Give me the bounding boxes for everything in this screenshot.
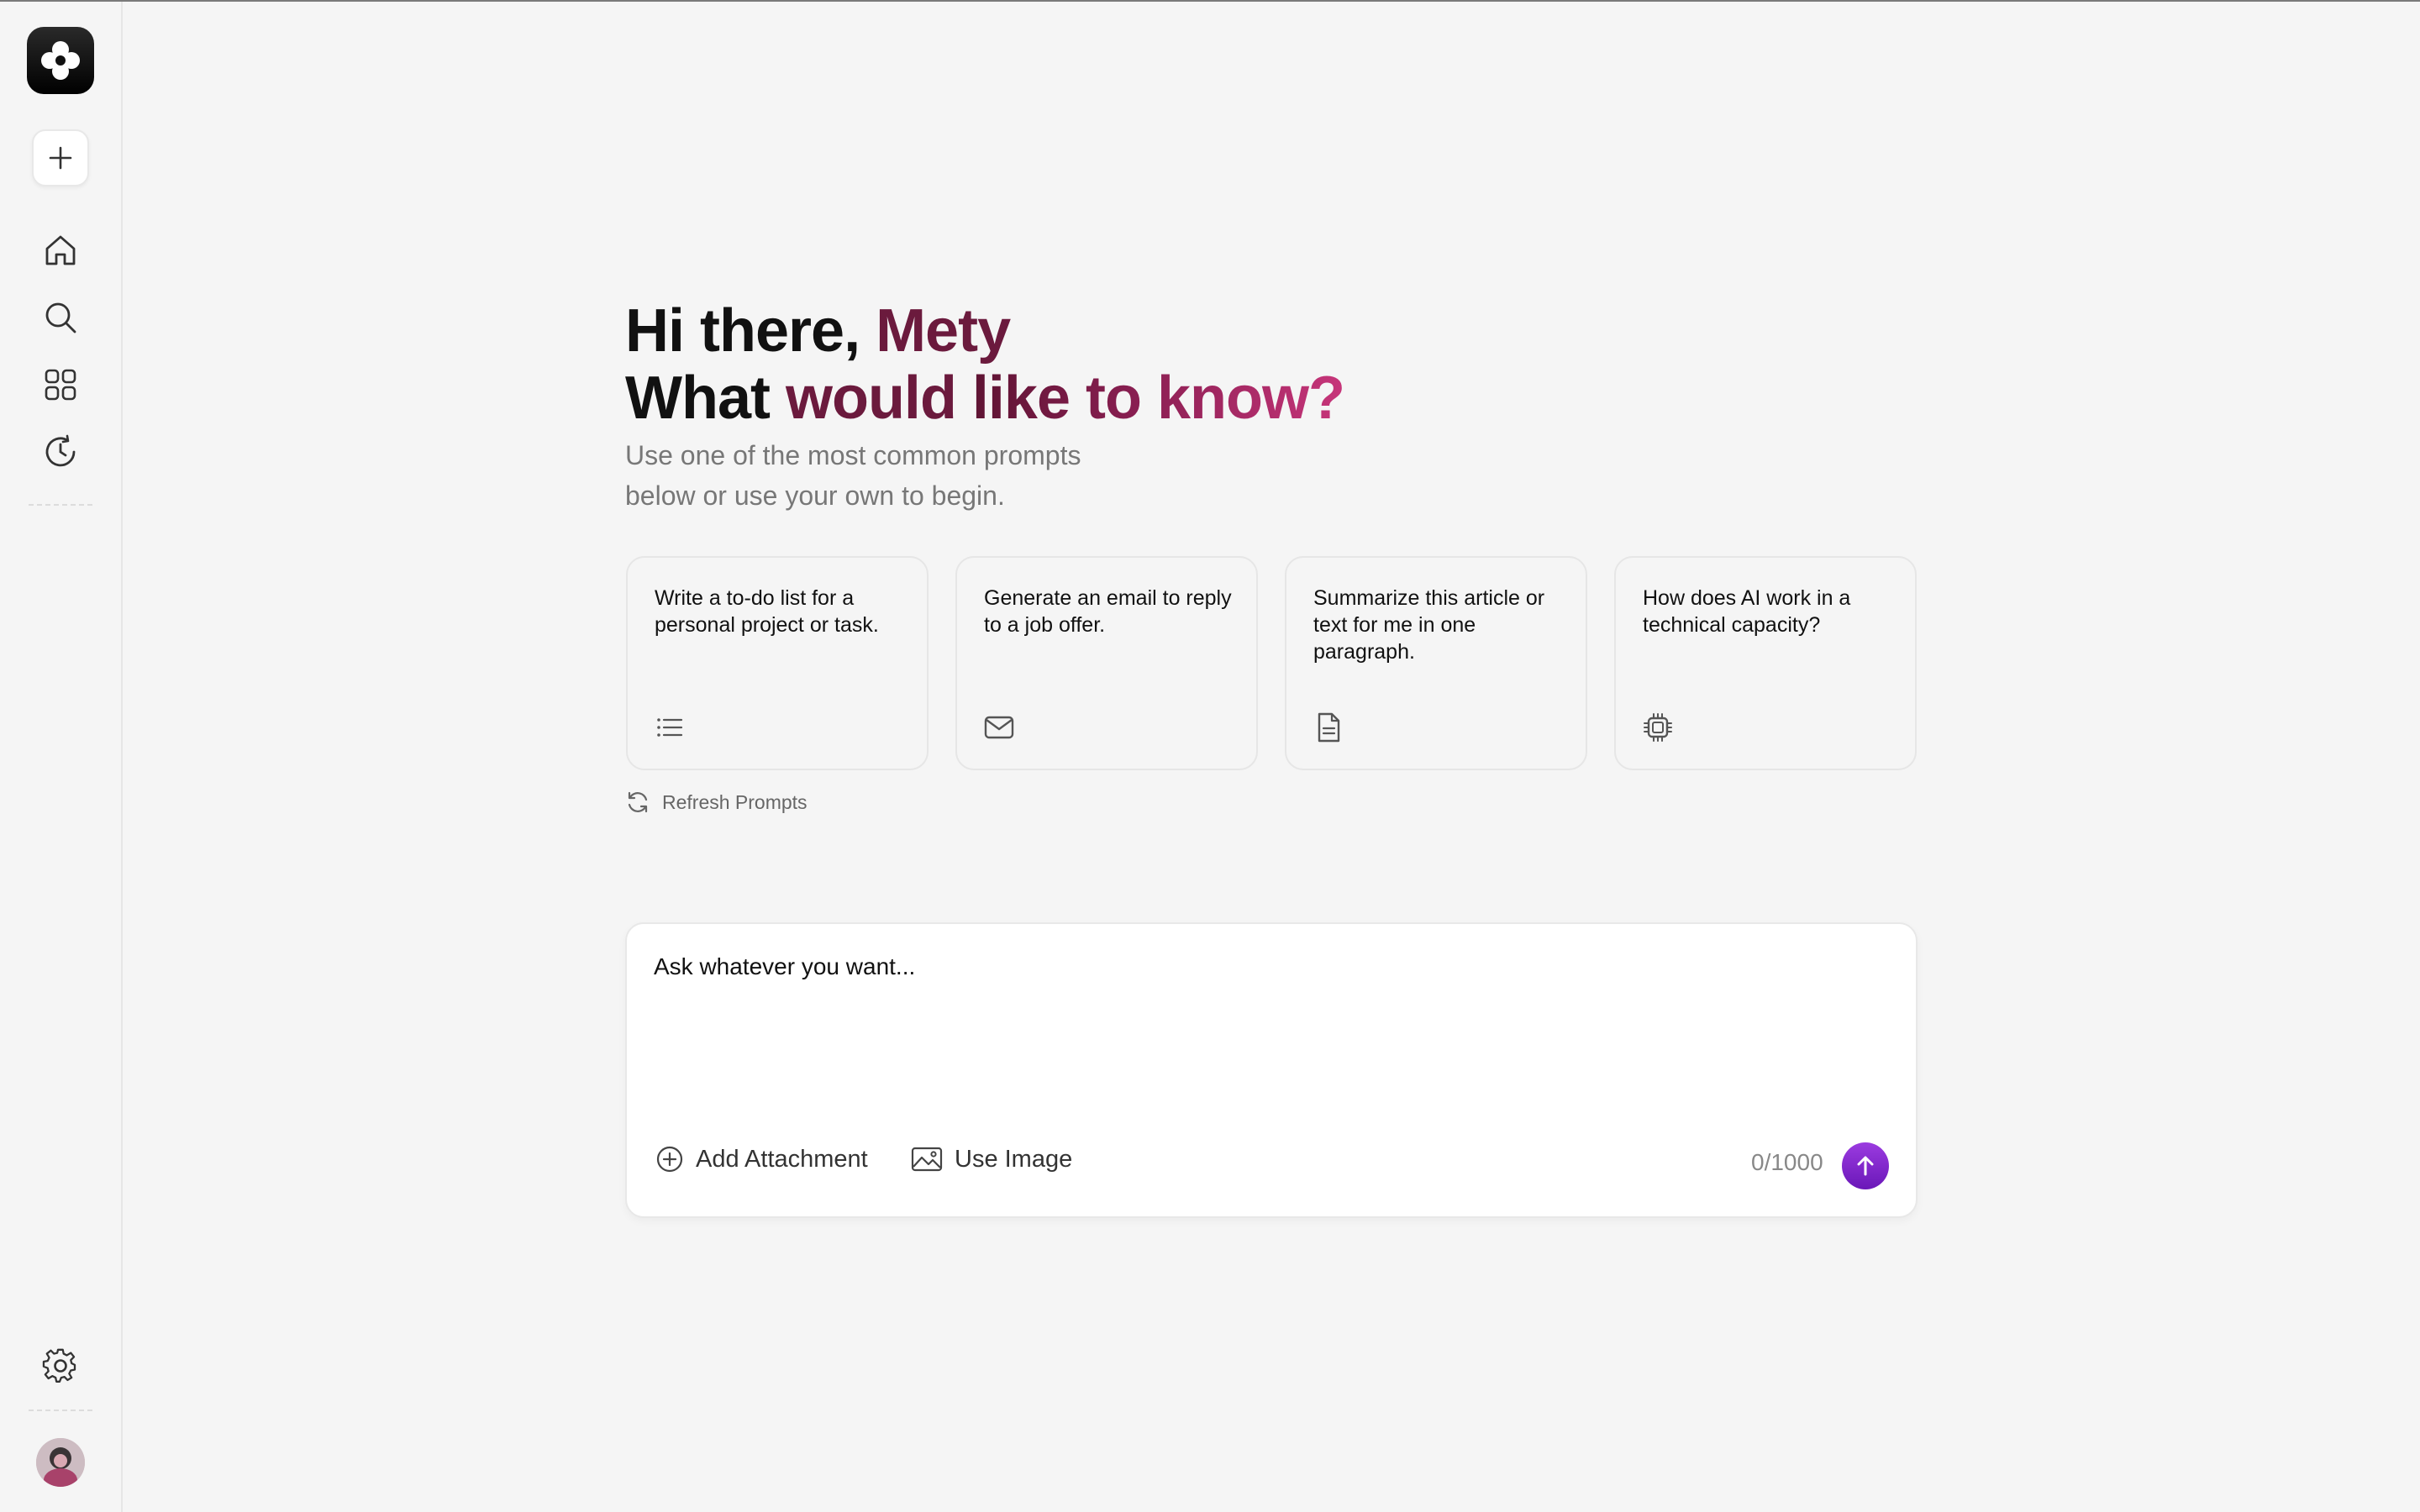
prompt-composer: Add Attachment Use Image 0/1000 [625,922,1918,1218]
mail-icon [982,711,1016,744]
settings-button[interactable] [37,1342,84,1389]
document-icon [1312,711,1345,744]
new-chat-button[interactable] [32,129,89,186]
subtitle-line-1: Use one of the most common prompts [625,440,1081,470]
logo-clover-icon [41,41,80,80]
sidebar-item-home[interactable] [37,227,84,274]
history-icon [45,434,76,467]
prompt-card-email[interactable]: Generate an email to reply to a job offe… [955,556,1258,770]
prompt-input[interactable] [654,951,1881,1119]
cpu-chip-icon [1641,711,1675,744]
search-icon [45,302,76,333]
sidebar [0,2,123,1512]
refresh-prompts-label: Refresh Prompts [662,790,808,813]
plus-icon [49,146,72,170]
image-icon [911,1147,943,1172]
question-rest: like to know? [971,365,1345,432]
refresh-icon [628,791,648,813]
home-icon [45,235,76,265]
gear-icon [42,1348,76,1383]
sidebar-item-history[interactable] [37,428,84,475]
greeting-heading: Hi there, Mety What would like to know? [625,297,1345,432]
arrow-up-icon [1857,1156,1874,1176]
subtitle: Use one of the most common prompts below… [625,435,1163,516]
prompt-card-ai[interactable]: How does AI work in a technical capacity… [1614,556,1917,770]
prompt-card-summarize[interactable]: Summarize this article or text for me in… [1285,556,1587,770]
user-avatar-image [36,1438,85,1487]
sidebar-divider-bottom [29,1410,92,1411]
question-would: would [785,365,972,432]
add-attachment-label: Add Attachment [696,1145,868,1173]
prompt-card-todo[interactable]: Write a to-do list for a personal projec… [626,556,929,770]
greeting-line: Hi there, Mety [625,297,1344,365]
plus-circle-icon [656,1146,683,1173]
question-line: What would like to know? [625,365,1345,432]
list-icon [653,711,687,744]
character-counter: 0/1000 [1751,1149,1823,1175]
use-image-label: Use Image [955,1145,1073,1173]
prompt-card-text: Write a to-do list for a personal projec… [655,586,879,637]
user-name: Mety [876,297,1011,365]
prompt-card-text: Summarize this article or text for me in… [1313,586,1545,664]
app-logo[interactable] [27,27,94,94]
prompt-card-text: Generate an email to reply to a job offe… [984,586,1232,637]
prompt-card-text: How does AI work in a technical capacity… [1643,586,1851,637]
add-attachment-button[interactable]: Add Attachment [655,1141,868,1178]
sidebar-divider-top [29,504,92,506]
window-top-border [0,0,2420,2]
refresh-prompts-button[interactable]: Refresh Prompts [625,788,808,816]
sidebar-item-search[interactable] [37,294,84,341]
use-image-button[interactable]: Use Image [911,1141,1072,1178]
apps-grid-icon [45,369,76,401]
question-what: What [625,365,786,432]
subtitle-line-2: below or use your own to begin. [625,480,1005,511]
sidebar-item-apps[interactable] [37,361,84,408]
avatar[interactable] [36,1438,85,1487]
send-button[interactable] [1842,1142,1889,1189]
app-root: Hi there, Mety What would like to know? … [0,0,2420,1512]
greeting-prefix: Hi there, [625,297,876,365]
